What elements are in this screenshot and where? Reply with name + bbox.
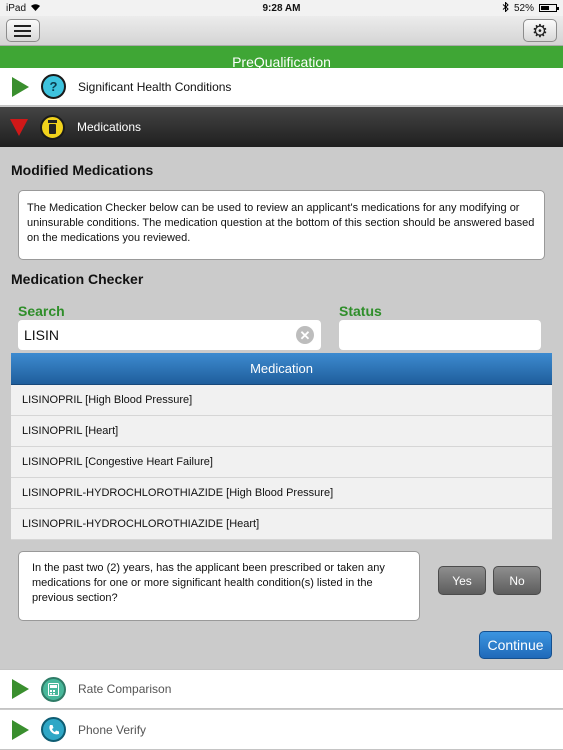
table-row[interactable]: LISINOPRIL-HYDROCHLOROTHIAZIDE [Heart] (11, 509, 552, 540)
status-bar: iPad 9:28 AM 52% (0, 0, 563, 16)
battery-icon (539, 4, 559, 12)
info-box: The Medication Checker below can be used… (18, 190, 545, 260)
expand-arrow-icon (12, 679, 29, 699)
search-label: Search (18, 303, 65, 319)
search-input[interactable]: LISIN ✕ (18, 320, 321, 350)
info-text: The Medication Checker below can be used… (27, 202, 535, 244)
search-value: LISIN (24, 327, 60, 343)
pill-bottle-icon (40, 114, 65, 140)
status-label: Status (339, 303, 382, 319)
calculator-icon (41, 676, 66, 702)
gear-icon: ⚙ (531, 20, 549, 41)
status-field[interactable] (339, 320, 541, 350)
medication-checker-title: Medication Checker (11, 271, 144, 287)
table-header: Medication (11, 353, 552, 385)
table-row[interactable]: LISINOPRIL [Heart] (11, 416, 552, 447)
medication-question: In the past two (2) years, has the appli… (18, 551, 420, 621)
section-phone-verify[interactable]: Phone Verify (0, 710, 563, 750)
question-icon: ? (41, 74, 66, 99)
table-row[interactable]: LISINOPRIL-HYDROCHLOROTHIAZIDE [High Blo… (11, 478, 552, 509)
section-label: Phone Verify (78, 722, 147, 737)
clear-search-icon[interactable]: ✕ (296, 326, 314, 344)
section-significant-health[interactable]: ? Significant Health Conditions (0, 68, 563, 106)
collapse-arrow-icon (10, 118, 28, 136)
table-row[interactable]: LISINOPRIL [Congestive Heart Failure] (11, 447, 552, 478)
section-label: Medications (77, 120, 142, 134)
phone-icon (41, 717, 66, 742)
medication-table: Medication LISINOPRIL [High Blood Pressu… (11, 353, 552, 540)
menu-button[interactable] (6, 19, 40, 42)
section-label: Significant Health Conditions (78, 79, 232, 94)
question-text: In the past two (2) years, has the appli… (32, 562, 385, 604)
continue-button[interactable]: Continue (479, 631, 552, 659)
section-rate-comparison[interactable]: Rate Comparison (0, 669, 563, 709)
expand-arrow-icon (12, 76, 29, 97)
modified-medications-title: Modified Medications (11, 162, 154, 178)
settings-button[interactable]: ⚙ (523, 19, 557, 42)
toolbar: ⚙ (0, 16, 563, 46)
section-medications[interactable]: Medications (0, 107, 563, 147)
status-time: 9:28 AM (262, 2, 301, 14)
expand-arrow-icon (12, 719, 29, 740)
yes-button[interactable]: Yes (438, 566, 486, 595)
table-row[interactable]: LISINOPRIL [High Blood Pressure] (11, 385, 552, 416)
section-label: Rate Comparison (78, 682, 172, 696)
list-icon (14, 24, 31, 37)
no-button[interactable]: No (493, 566, 541, 595)
